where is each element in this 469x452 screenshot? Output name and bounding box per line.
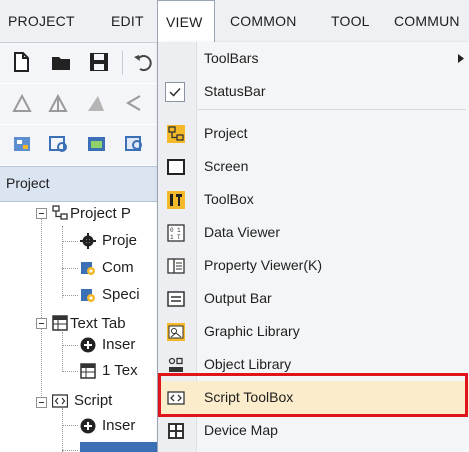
table-icon — [80, 363, 96, 379]
tree-item-script-selected[interactable] — [80, 442, 160, 452]
open-folder-icon[interactable] — [50, 51, 72, 73]
menu-item-data-viewer[interactable]: 0 1 1 T Data Viewer — [158, 216, 469, 249]
toolbar-file — [0, 43, 160, 83]
svg-text:0: 0 — [170, 227, 174, 234]
menu-item-label: Object Library — [204, 356, 292, 372]
submenu-arrow-icon — [458, 54, 464, 63]
add-icon — [80, 418, 96, 434]
tree-line — [62, 241, 78, 242]
arrow-left-icon[interactable] — [124, 92, 146, 114]
tree-item-common[interactable]: Com — [102, 255, 134, 281]
toolbar-align — [0, 84, 160, 124]
menu-item-label: Data Viewer — [204, 224, 281, 240]
menu-item-label: ToolBars — [204, 50, 259, 66]
highlight-box — [158, 373, 468, 417]
svg-text:1: 1 — [177, 227, 181, 234]
menu-edit[interactable]: EDIT — [111, 0, 144, 42]
tree-line — [62, 371, 78, 372]
project-tree-icon — [52, 205, 68, 220]
screen-view-icon[interactable] — [86, 133, 108, 155]
tree-line — [62, 226, 63, 298]
menu-item-project[interactable]: Project — [158, 117, 469, 150]
menu-item-screen[interactable]: Screen — [158, 150, 469, 183]
graphic-library-icon — [167, 323, 185, 341]
menu-separator — [198, 109, 466, 110]
menu-item-property-viewer[interactable]: Property Viewer(K) — [158, 249, 469, 282]
toolbox-icon — [167, 191, 185, 209]
menu-item-toolbars[interactable]: ToolBars — [158, 42, 469, 75]
menu-view[interactable]: VIEW — [157, 0, 215, 43]
tree-item-insert-text-table[interactable]: Inser — [102, 332, 135, 358]
menu-item-graphic-library[interactable]: Graphic Library — [158, 315, 469, 348]
tree-collapse-toggle[interactable] — [36, 397, 47, 408]
menu-communication[interactable]: COMMUN — [394, 0, 460, 42]
align-right-icon[interactable] — [86, 92, 108, 114]
project-panel-header: Project — [0, 166, 160, 202]
tree-line — [62, 345, 78, 346]
screen-icon — [167, 159, 185, 175]
common-settings-icon — [81, 262, 95, 275]
tree-item-text-table-1[interactable]: 1 Tex — [102, 358, 138, 384]
zoom-view-icon[interactable] — [124, 133, 146, 155]
tree-line — [41, 218, 42, 406]
menu-item-label: Device Map — [204, 422, 278, 438]
tree-item-insert-script[interactable]: Inser — [102, 413, 135, 439]
object-library-icon — [168, 357, 183, 372]
menu-item-label: Screen — [204, 158, 249, 174]
project-panel-title: Project — [6, 175, 50, 191]
menu-item-label: Project — [204, 125, 248, 141]
add-icon — [80, 337, 96, 353]
property-viewer-icon — [167, 258, 185, 274]
menu-item-label: Graphic Library — [204, 323, 300, 339]
menu-common[interactable]: COMMON — [230, 0, 297, 42]
tree-line — [62, 408, 63, 452]
menu-item-label: Output Bar — [204, 290, 272, 306]
data-viewer-icon: 0 1 1 T — [167, 224, 185, 242]
menu-bar: PROJECT EDIT VIEW COMMON TOOL COMMUN — [0, 0, 469, 43]
gear-icon — [80, 233, 96, 249]
tree-collapse-toggle[interactable] — [36, 318, 47, 329]
tree-line — [62, 295, 78, 296]
check-icon — [165, 82, 185, 102]
menu-item-label: StatusBar — [204, 83, 266, 99]
save-icon[interactable] — [88, 51, 110, 73]
tree-item-project[interactable]: Project P — [70, 201, 131, 227]
menu-item-toolbox[interactable]: ToolBox — [158, 183, 469, 216]
project-view-icon[interactable] — [12, 133, 34, 155]
menu-item-statusbar[interactable]: StatusBar — [158, 75, 469, 108]
tree-item-special[interactable]: Speci — [102, 282, 140, 308]
search-view-icon[interactable] — [48, 133, 70, 155]
menu-item-device-map[interactable]: Device Map — [158, 414, 469, 447]
align-left-icon[interactable] — [12, 92, 34, 114]
toolbar-view — [0, 125, 160, 165]
device-map-icon — [168, 423, 184, 439]
tree-line — [62, 450, 78, 451]
menu-tool[interactable]: TOOL — [331, 0, 370, 42]
undo-icon[interactable] — [132, 51, 154, 73]
output-bar-icon — [167, 291, 185, 307]
table-icon — [52, 315, 68, 331]
tree-line — [62, 268, 78, 269]
new-file-icon[interactable] — [10, 51, 32, 73]
tree-line — [62, 425, 78, 426]
tree-collapse-toggle[interactable] — [36, 208, 47, 219]
menu-item-label: ToolBox — [204, 191, 254, 207]
toolbar-separator — [122, 51, 123, 75]
project-tree-icon — [167, 125, 185, 143]
tree-item-project-property[interactable]: Proje — [102, 228, 137, 254]
menu-project[interactable]: PROJECT — [8, 0, 75, 42]
script-icon — [52, 394, 68, 408]
tree-line — [62, 332, 63, 372]
menu-item-label: Property Viewer(K) — [204, 257, 323, 273]
align-center-icon[interactable] — [48, 92, 70, 114]
special-settings-icon — [81, 289, 95, 302]
svg-text:T: T — [177, 234, 181, 241]
svg-text:1: 1 — [170, 234, 174, 241]
tree-item-script[interactable]: Script — [74, 388, 112, 414]
menu-item-output-bar[interactable]: Output Bar — [158, 282, 469, 315]
